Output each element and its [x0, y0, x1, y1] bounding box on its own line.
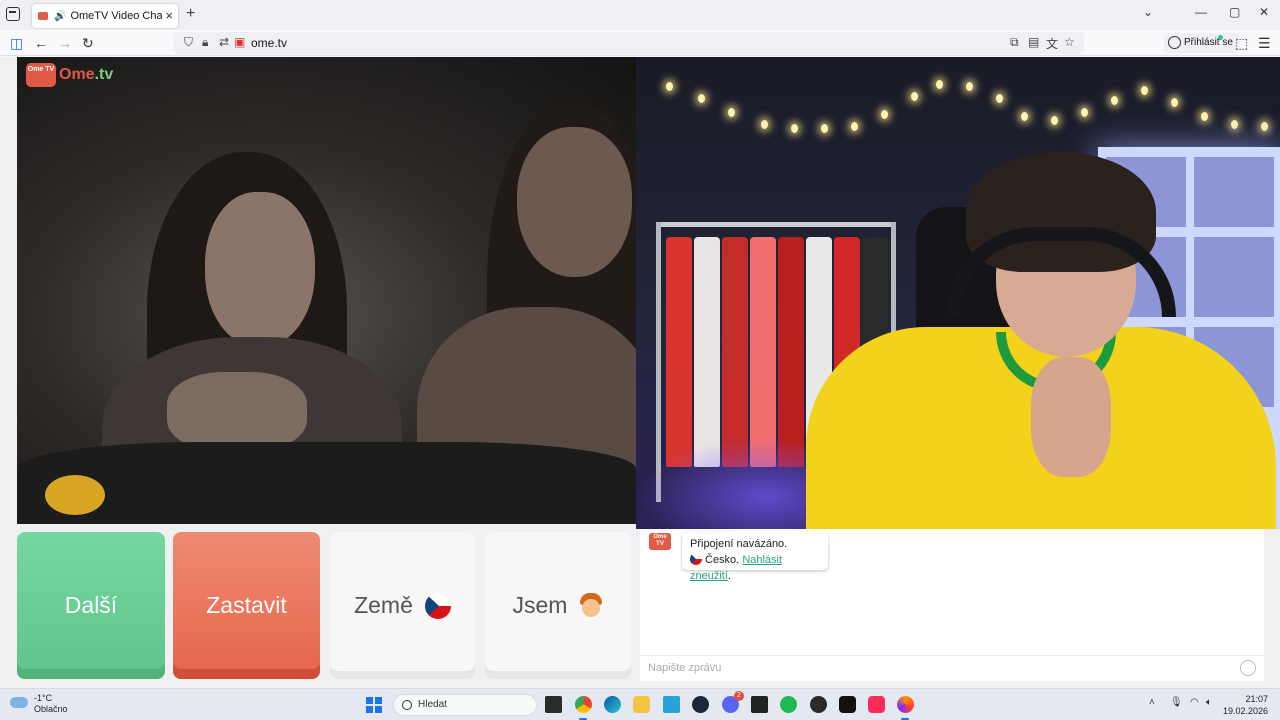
back-icon[interactable]: ←	[34, 35, 48, 51]
tab-title: OmeTV Video Chat — Ome	[70, 10, 172, 22]
clock[interactable]: 21:07 19.02.2026	[1222, 693, 1268, 717]
country-button[interactable]: Země	[330, 532, 475, 679]
cloud-icon	[10, 697, 28, 708]
extensions-icon[interactable]: ⬚	[1235, 35, 1248, 51]
search-placeholder: Hledat	[418, 699, 447, 710]
wifi-icon[interactable]: ◠	[1190, 697, 1199, 708]
discord-icon[interactable]: 2	[722, 691, 744, 713]
clock-date: 19.02.2026	[1222, 706, 1268, 716]
boy-emoji-icon	[579, 592, 603, 619]
system-message: Připojení navázáno. Česko. Nahlásit zneu…	[682, 532, 828, 582]
tiktok-icon[interactable]	[868, 696, 885, 713]
next-button[interactable]: Další	[17, 532, 165, 679]
message-input[interactable]: Napište zprávu	[640, 655, 1264, 681]
tab-ometv[interactable]: 🔊 OmeTV Video Chat — Ome ×	[32, 4, 178, 28]
close-window-button[interactable]: ✕	[1259, 5, 1269, 19]
sidebar-toggle-icon[interactable]: ◫	[10, 35, 23, 51]
speaker-icon[interactable]: 🔊	[54, 11, 66, 22]
ometv-logo: Ome TV Ome.tv	[26, 63, 113, 87]
new-tab-button[interactable]: +	[186, 5, 195, 23]
logo-tv-icon: Ome TV	[26, 63, 56, 87]
tab-list-icon[interactable]	[6, 7, 20, 21]
notepad-icon[interactable]	[663, 696, 680, 713]
epic-games-icon[interactable]	[751, 696, 768, 713]
permissions-icon[interactable]: ⇄	[219, 35, 229, 49]
spotify-icon[interactable]	[780, 696, 797, 713]
gender-button[interactable]: Jsem	[485, 532, 631, 679]
tray-overflow-icon[interactable]: ˄	[1149, 697, 1155, 708]
url-text[interactable]: ome.tv	[251, 36, 287, 50]
ometv-favicon-icon	[38, 12, 48, 20]
lock-icon[interactable]: 🔒︎	[202, 35, 208, 50]
chrome-icon[interactable]	[575, 696, 592, 713]
firefox-icon[interactable]	[897, 696, 914, 713]
stop-button[interactable]: Zastavit	[173, 532, 320, 679]
microphone-icon[interactable]: 🎙︎	[1170, 697, 1183, 708]
file-explorer-icon[interactable]	[633, 696, 650, 713]
partner-country: Česko.	[705, 554, 740, 566]
browser-tab-bar: 🔊 OmeTV Video Chat — Ome × + ⌄ — ▢ ✕	[0, 0, 1280, 30]
signin-label: Přihlásit se	[1184, 37, 1233, 48]
weather-temp: -1°C	[34, 693, 53, 703]
signin-button[interactable]: Přihlásit se	[1164, 33, 1239, 53]
message-input-placeholder: Napište zprávu	[648, 662, 722, 674]
weather-widget[interactable]: -1°C Oblačno	[10, 693, 68, 715]
next-label: Další	[64, 592, 118, 618]
picture-in-picture-icon[interactable]: ⧉	[1010, 35, 1019, 50]
czech-flag-icon	[424, 592, 451, 619]
emoji-icon[interactable]	[1240, 660, 1256, 676]
account-icon	[1168, 36, 1181, 49]
local-video	[636, 57, 1280, 529]
edge-icon[interactable]	[604, 696, 621, 713]
browser-nav-bar: ◫ ← → ↻ ⛉ 🔒︎ ⇄ ▣ ome.tv ⧉ ▤ 文 ☆ Přihlási…	[0, 30, 1280, 56]
camera-sharing-icon[interactable]: ▣	[234, 35, 245, 49]
volume-icon[interactable]: 🔈︎	[1206, 697, 1212, 708]
reload-icon[interactable]: ↻	[82, 35, 94, 51]
reader-view-icon[interactable]: ▤	[1028, 35, 1039, 49]
forward-icon[interactable]: →	[58, 35, 72, 51]
discord-badge: 2	[734, 691, 744, 701]
bookmark-star-icon[interactable]: ☆	[1064, 35, 1075, 49]
remote-video: Ome TV Ome.tv	[17, 57, 636, 524]
taskbar-search[interactable]: Hledat	[393, 694, 537, 716]
chat-panel: Ome TV Připojení navázáno. Česko. Nahlás…	[640, 529, 1264, 681]
translate-icon[interactable]: 文	[1046, 35, 1058, 52]
string-lights	[666, 72, 1280, 133]
clock-time: 21:07	[1245, 694, 1268, 704]
ometv-avatar-icon: Ome TV	[649, 533, 671, 550]
minimize-button[interactable]: —	[1195, 5, 1207, 19]
taskbar: -1°C Oblačno Hledat 2 ˄ 🎙︎ ◠ 🔈︎ 21:07 19…	[0, 688, 1280, 720]
maximize-button[interactable]: ▢	[1229, 5, 1240, 19]
windows-start-icon[interactable]	[366, 697, 382, 713]
notification-dot	[1218, 35, 1223, 40]
gender-label: Jsem	[512, 592, 568, 618]
tab-overflow-chevron-icon[interactable]: ⌄	[1143, 5, 1153, 19]
steam-icon[interactable]	[692, 696, 709, 713]
shield-icon[interactable]: ⛉	[184, 35, 193, 50]
capcut-icon[interactable]	[839, 696, 856, 713]
stop-label: Zastavit	[206, 592, 287, 618]
address-bar[interactable]: ⛉ 🔒︎ ⇄ ▣ ome.tv ⧉ ▤ 文 ☆	[174, 32, 1084, 54]
menu-icon[interactable]: ☰	[1258, 35, 1271, 51]
tab-close-icon[interactable]: ×	[162, 8, 173, 23]
czech-flag-icon	[690, 553, 702, 565]
country-label: Země	[354, 592, 413, 618]
connection-status: Připojení navázáno.	[690, 538, 788, 550]
ometv-page: Ome TV Ome.tv Další Zastavit Země Jsem O…	[0, 57, 1280, 688]
task-view-icon[interactable]	[545, 696, 562, 713]
weather-desc: Oblačno	[34, 704, 68, 714]
obs-icon[interactable]	[810, 696, 827, 713]
